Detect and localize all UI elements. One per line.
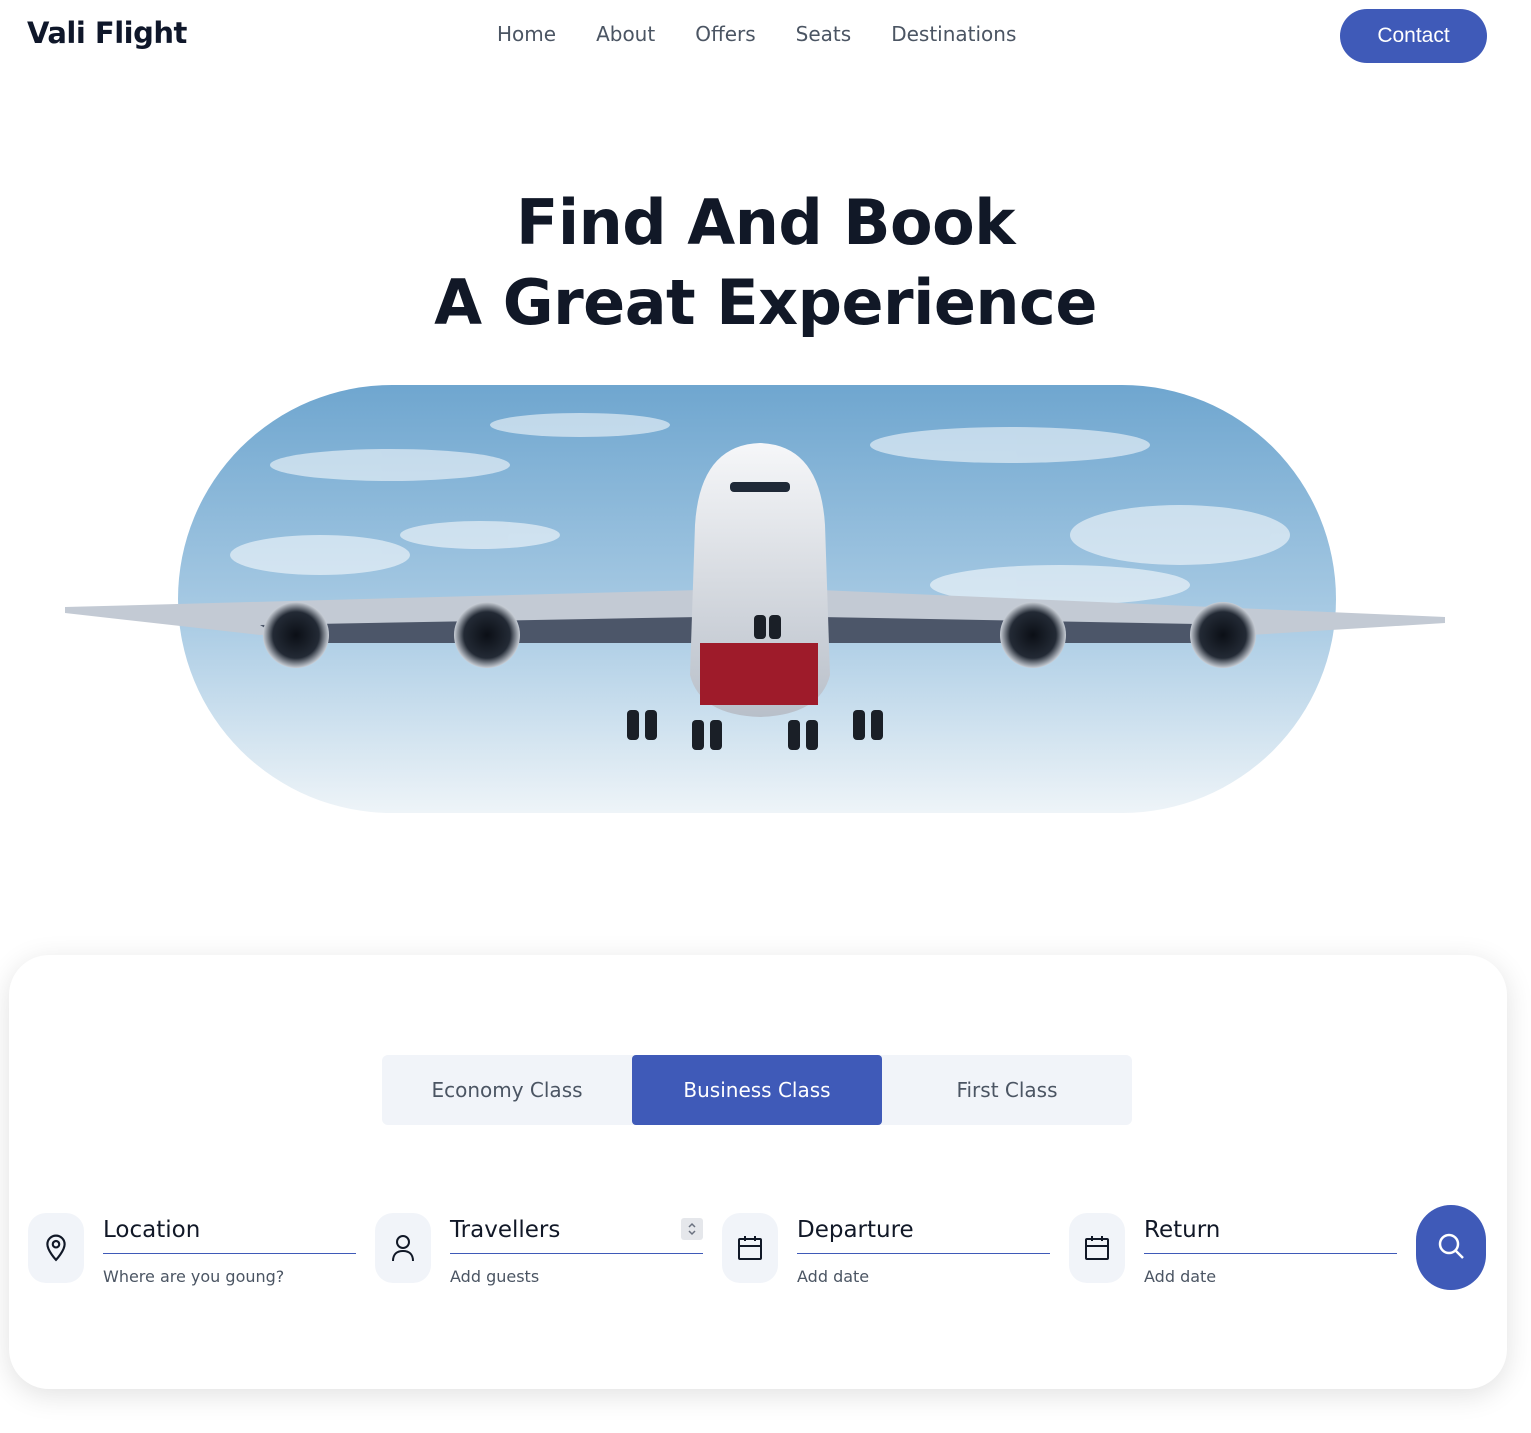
main-nav: Home About Offers Seats Destinations (497, 22, 1056, 46)
contact-button[interactable]: Contact (1340, 9, 1487, 63)
nav-about[interactable]: About (596, 22, 655, 46)
calendar-icon (1069, 1213, 1125, 1283)
user-icon (375, 1213, 431, 1283)
nav-home[interactable]: Home (497, 22, 556, 46)
map-pin-icon (28, 1213, 84, 1283)
tab-business-class[interactable]: Business Class (632, 1055, 882, 1125)
departure-field[interactable]: Departure Add date (722, 1213, 1050, 1293)
class-tabs: Economy Class Business Class First Class (382, 1055, 1132, 1125)
travellers-stepper[interactable] (681, 1218, 703, 1240)
travellers-hint: Add guests (450, 1267, 540, 1286)
search-button[interactable] (1416, 1205, 1486, 1290)
nav-seats[interactable]: Seats (796, 22, 852, 46)
site-logo[interactable]: Vali Flight (27, 16, 187, 50)
hero-airplane-image (60, 385, 1450, 815)
return-label[interactable]: Return (1144, 1213, 1397, 1254)
calendar-icon (722, 1213, 778, 1283)
location-hint: Where are you goung? (103, 1267, 285, 1286)
location-field[interactable]: Location Where are you goung? (28, 1213, 356, 1293)
flight-search-card: Economy Class Business Class First Class… (9, 955, 1507, 1389)
travellers-field[interactable]: Travellers Add guests (375, 1213, 703, 1293)
tab-economy-class[interactable]: Economy Class (382, 1055, 632, 1125)
tab-first-class[interactable]: First Class (882, 1055, 1132, 1125)
location-label[interactable]: Location (103, 1213, 356, 1254)
departure-hint: Add date (797, 1267, 870, 1286)
return-field[interactable]: Return Add date (1069, 1213, 1397, 1293)
nav-destinations[interactable]: Destinations (891, 22, 1016, 46)
travellers-label[interactable]: Travellers (450, 1213, 703, 1254)
departure-label[interactable]: Departure (797, 1213, 1050, 1254)
hero-title-line-2: A Great Experience (434, 266, 1097, 339)
return-hint: Add date (1144, 1267, 1217, 1286)
hero-title-line-1: Find And Book (516, 186, 1015, 259)
search-icon (1436, 1231, 1466, 1264)
nav-offers[interactable]: Offers (695, 22, 755, 46)
